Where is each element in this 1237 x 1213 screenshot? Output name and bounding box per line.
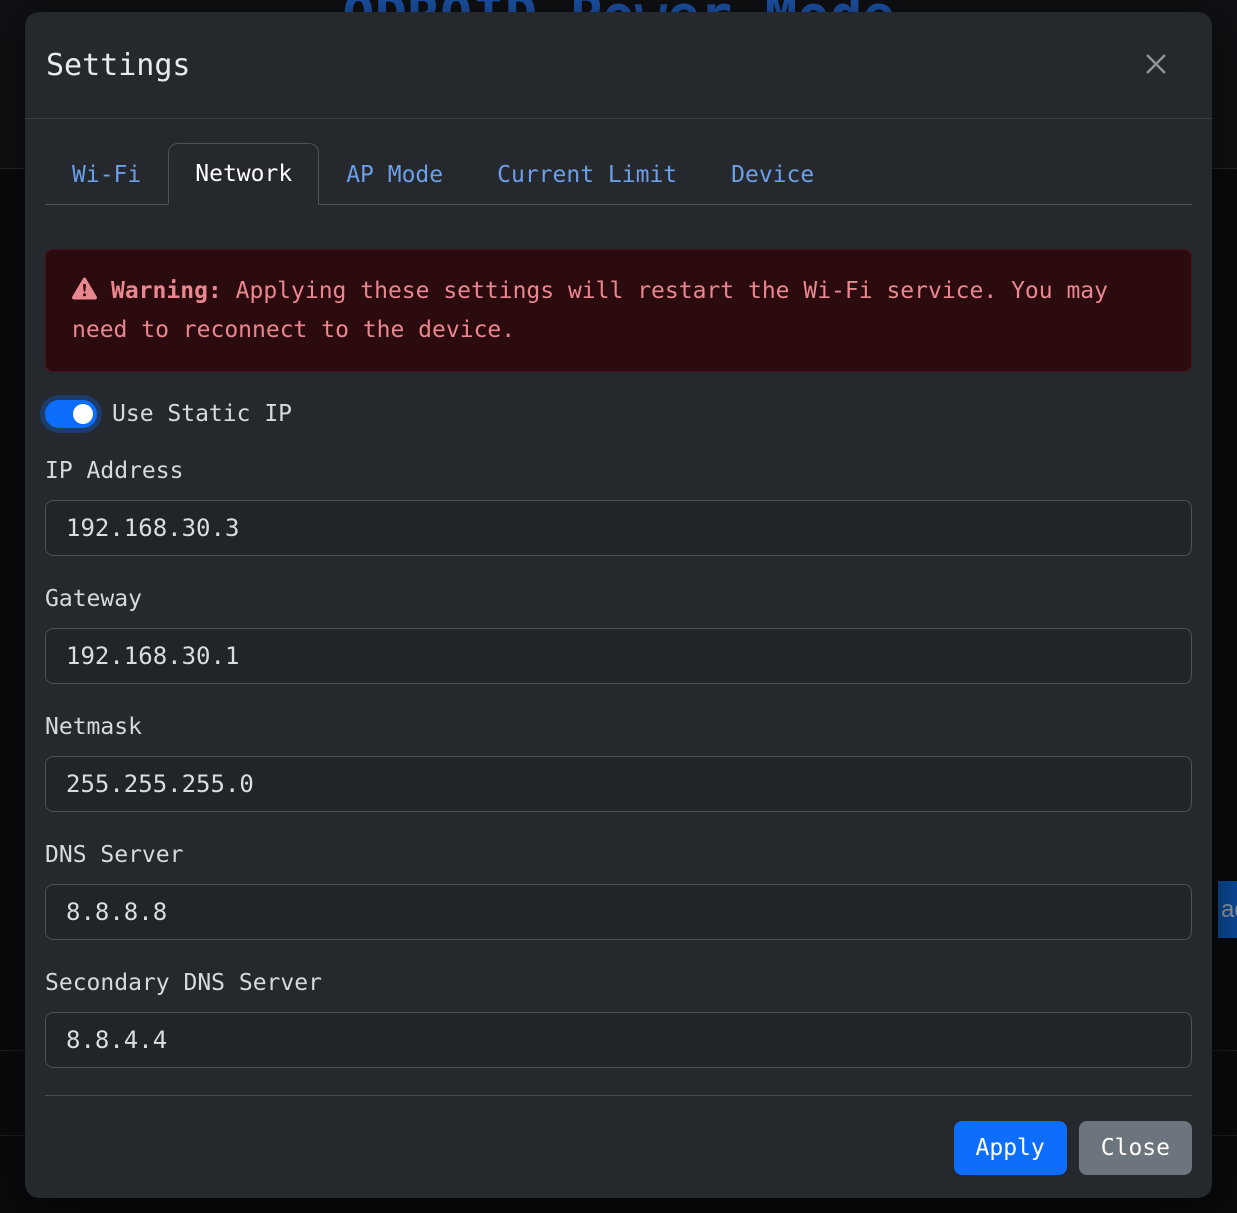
- field-label-netmask: Netmask: [45, 714, 1192, 740]
- close-icon: [1142, 50, 1170, 81]
- netmask-input[interactable]: [45, 756, 1192, 812]
- network-form: IP Address Gateway Netmask DNS Server Second…: [45, 458, 1192, 1068]
- field-group-gateway: Gateway: [45, 586, 1192, 684]
- dialog-close-button[interactable]: [1136, 45, 1176, 85]
- tab-wi-fi[interactable]: Wi-Fi: [45, 143, 168, 205]
- tab-device[interactable]: Device: [704, 143, 841, 205]
- field-group-secondary-dns-server: Secondary DNS Server: [45, 970, 1192, 1068]
- close-button[interactable]: Close: [1079, 1121, 1192, 1175]
- use-static-ip-label: Use Static IP: [112, 401, 292, 427]
- field-group-ip-address: IP Address: [45, 458, 1192, 556]
- tab-current-limit[interactable]: Current Limit: [470, 143, 704, 205]
- dialog-title: Settings: [45, 48, 191, 83]
- dialog-footer: Apply Close: [45, 1121, 1192, 1175]
- dns-server-input[interactable]: [45, 884, 1192, 940]
- use-static-ip-toggle[interactable]: [45, 400, 97, 428]
- apply-button[interactable]: Apply: [954, 1121, 1067, 1175]
- gateway-input[interactable]: [45, 628, 1192, 684]
- field-group-netmask: Netmask: [45, 714, 1192, 812]
- secondary-dns-server-input[interactable]: [45, 1012, 1192, 1068]
- field-group-dns-server: DNS Server: [45, 842, 1192, 940]
- toggle-knob: [73, 404, 93, 424]
- static-ip-row: Use Static IP: [45, 400, 1192, 428]
- warning-triangle-icon: [72, 276, 97, 312]
- dialog-body: Wi-FiNetworkAP ModeCurrent LimitDevice W…: [25, 119, 1212, 1175]
- dialog-header: Settings: [25, 12, 1212, 119]
- footer-divider: [45, 1095, 1192, 1096]
- field-label-gateway: Gateway: [45, 586, 1192, 612]
- background-partial-button[interactable]: ad: [1218, 881, 1237, 938]
- ip-address-input[interactable]: [45, 500, 1192, 556]
- tab-network[interactable]: Network: [168, 143, 319, 205]
- field-label-secondary-dns-server: Secondary DNS Server: [45, 970, 1192, 996]
- warning-text: Applying these settings will restart the…: [72, 278, 1108, 343]
- field-label-dns-server: DNS Server: [45, 842, 1192, 868]
- field-label-ip-address: IP Address: [45, 458, 1192, 484]
- tab-ap-mode[interactable]: AP Mode: [319, 143, 470, 205]
- tab-bar: Wi-FiNetworkAP ModeCurrent LimitDevice: [45, 143, 1192, 205]
- warning-title: Warning:: [111, 278, 222, 304]
- settings-dialog: Settings Wi-FiNetworkAP ModeCurrent Limi…: [25, 12, 1212, 1198]
- warning-banner: Warning: Applying these settings will re…: [45, 249, 1192, 372]
